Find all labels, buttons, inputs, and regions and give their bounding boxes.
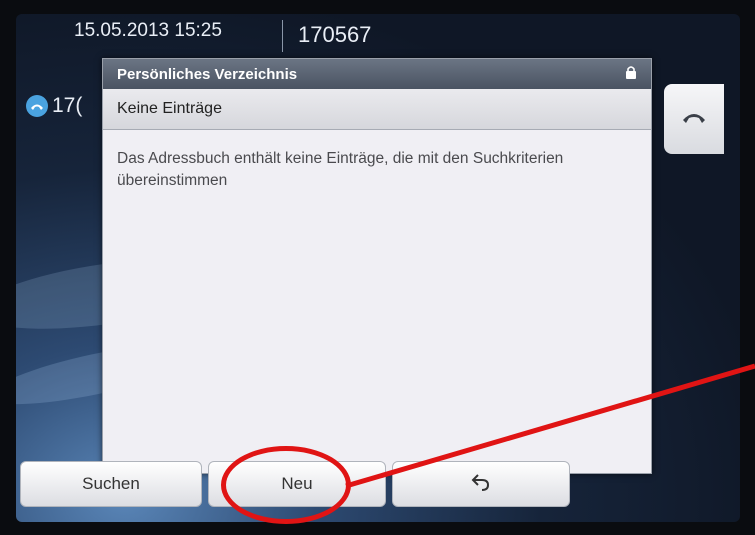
- line-key[interactable]: 17(: [26, 94, 82, 118]
- back-button[interactable]: [392, 461, 570, 507]
- handset-icon: [26, 95, 48, 117]
- dialog-message: Das Adressbuch enthält keine Einträge, d…: [117, 150, 564, 189]
- annotation-circle: [221, 446, 351, 524]
- directory-dialog: Persönliches Verzeichnis Keine Einträge …: [102, 58, 652, 474]
- dialog-subtitle: Keine Einträge: [103, 89, 651, 130]
- dialog-title: Persönliches Verzeichnis: [117, 65, 298, 83]
- back-arrow-icon: [470, 472, 492, 497]
- call-key[interactable]: [664, 84, 724, 154]
- handset-icon: [681, 110, 707, 129]
- line-key-label: 17(: [52, 94, 83, 117]
- status-datetime: 15.05.2013 15:25: [74, 20, 222, 41]
- dialog-titlebar: Persönliches Verzeichnis: [103, 59, 651, 89]
- lock-icon: [625, 65, 637, 83]
- status-extension: 170567: [298, 22, 372, 47]
- status-divider: [282, 20, 283, 52]
- search-button[interactable]: Suchen: [20, 461, 202, 507]
